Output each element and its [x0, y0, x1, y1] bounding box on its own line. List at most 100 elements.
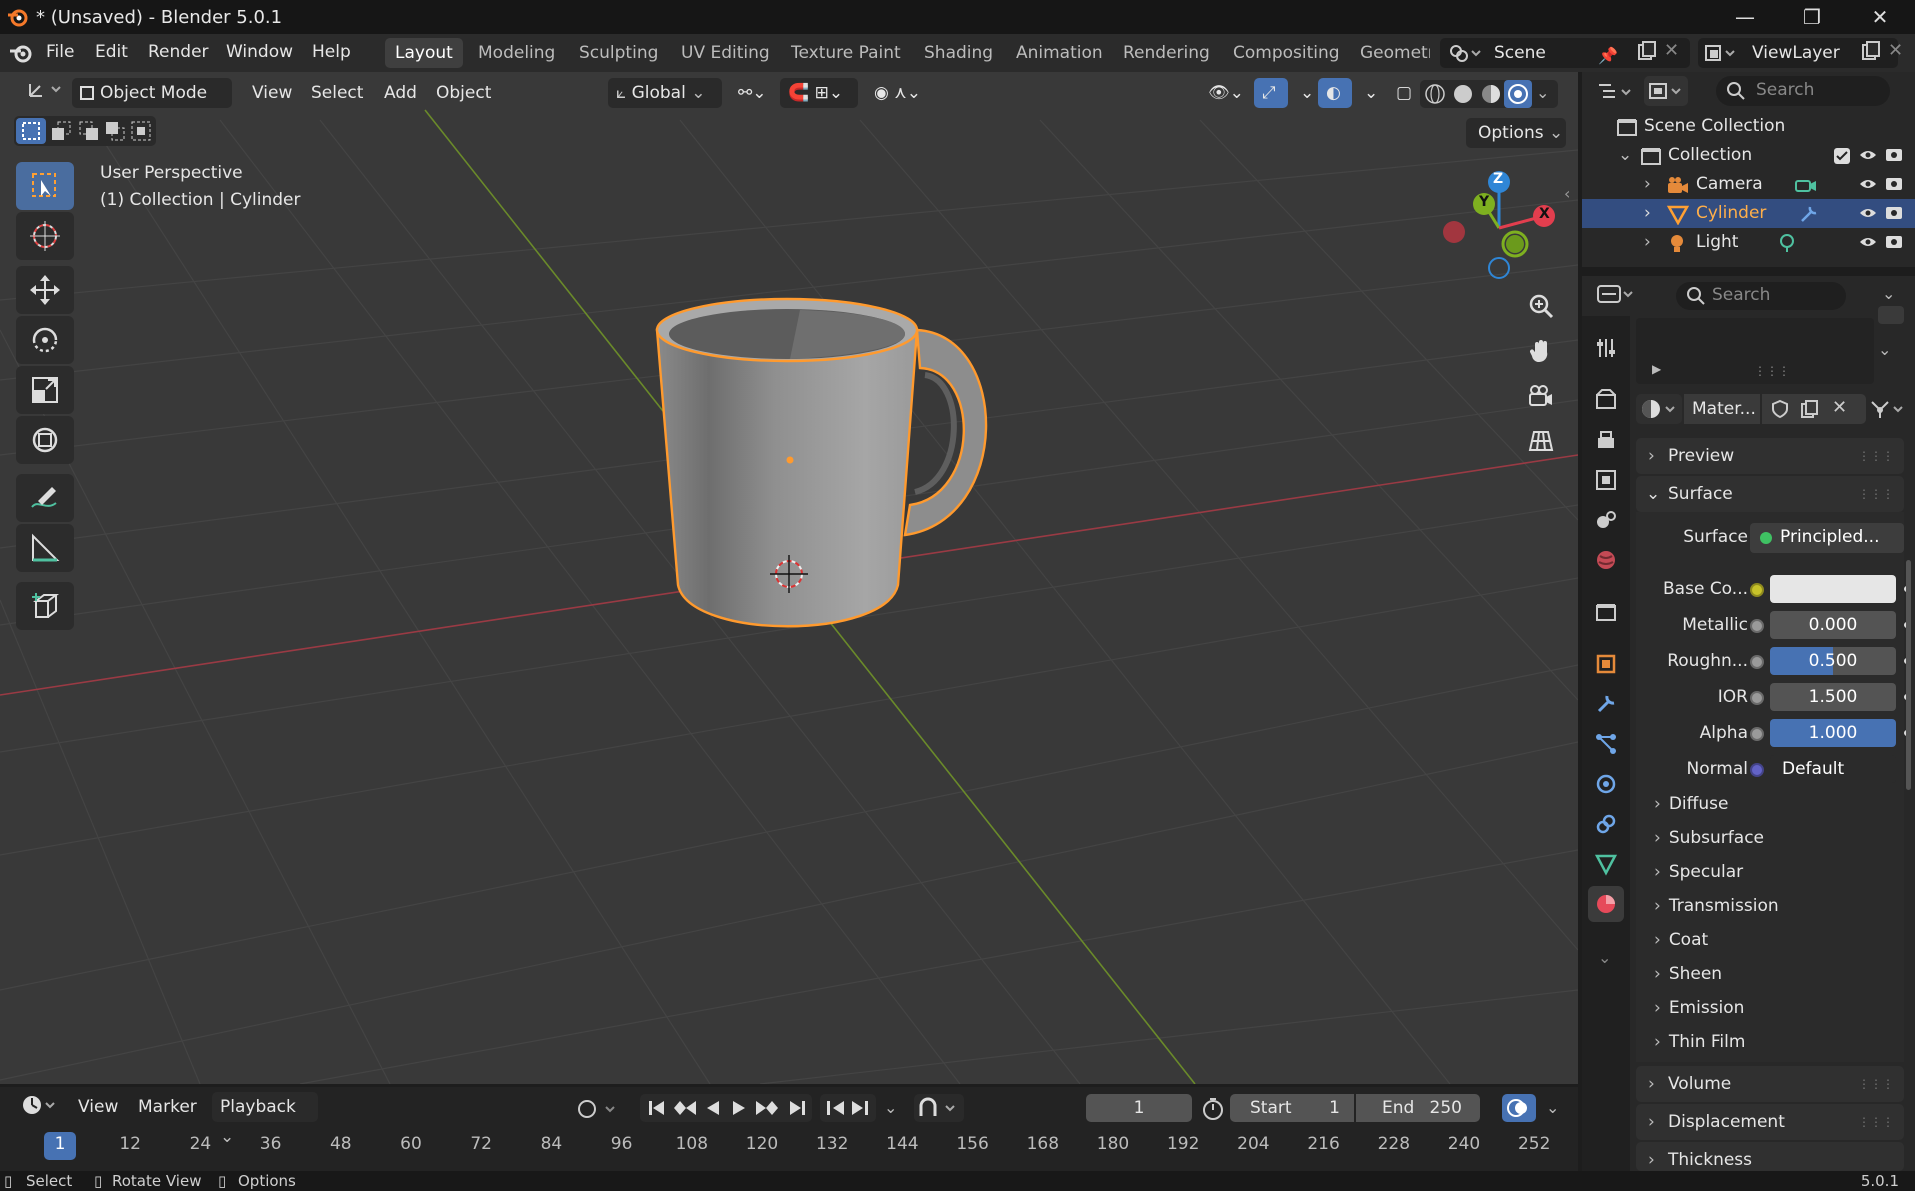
editor-type-button[interactable]: [18, 78, 74, 108]
subpanel-emission[interactable]: › Emission: [1654, 998, 1744, 1018]
xray-icon[interactable]: ▢: [1388, 78, 1420, 108]
tab-texture-paint[interactable]: Texture Paint: [781, 38, 911, 68]
thickness-panel-header[interactable]: › Thickness: [1636, 1142, 1904, 1171]
surface-shader-field[interactable]: Principled...: [1750, 523, 1904, 553]
jump-keyframe-forward-icon[interactable]: [754, 1097, 780, 1119]
collection-tab-icon[interactable]: [1588, 594, 1624, 630]
list-expand-icon[interactable]: ▶: [1652, 362, 1661, 376]
value-socket-icon[interactable]: [1750, 655, 1764, 669]
roughness-field[interactable]: 0.500: [1770, 647, 1896, 675]
select-invert-icon[interactable]: [104, 120, 128, 142]
menu-select[interactable]: Select: [303, 78, 371, 108]
tab-layout[interactable]: Layout: [385, 38, 463, 68]
cursor-tool[interactable]: [16, 212, 74, 260]
value-socket-icon[interactable]: [1750, 691, 1764, 705]
tab-uv-editing[interactable]: UV Editing: [671, 38, 780, 68]
subpanel-subsurface[interactable]: › Subsurface: [1654, 828, 1764, 848]
view-layer-tab-icon[interactable]: [1588, 462, 1624, 498]
delete-scene-icon[interactable]: ✕: [1664, 40, 1679, 61]
play-reverse-icon[interactable]: [702, 1097, 724, 1119]
annotate-tool[interactable]: [16, 474, 74, 522]
tab-geometry-nodes[interactable]: Geometr: [1350, 38, 1430, 68]
3d-viewport[interactable]: [0, 72, 1578, 1084]
unlink-material-icon[interactable]: ✕: [1832, 397, 1847, 418]
select-subtract-icon[interactable]: [78, 120, 102, 142]
current-frame-field[interactable]: 1: [1086, 1094, 1192, 1122]
tab-sculpting[interactable]: Sculpting: [569, 38, 668, 68]
menu-window[interactable]: Window: [226, 42, 293, 62]
menu-file[interactable]: File: [46, 42, 74, 62]
maximize-button[interactable]: ❐: [1777, 0, 1847, 34]
snapping-icon[interactable]: 🧲 ⊞⌄: [780, 78, 858, 108]
material-name-field[interactable]: Mater...: [1684, 394, 1760, 424]
transform-tool[interactable]: [16, 416, 74, 464]
preview-panel-header[interactable]: › Preview ⋮⋮⋮: [1636, 438, 1904, 474]
rendered-shading-icon[interactable]: [1504, 80, 1532, 108]
slot-remove-button[interactable]: [1878, 306, 1904, 324]
tool-tab-icon[interactable]: [1588, 330, 1624, 366]
subpanel-coat[interactable]: › Coat: [1654, 930, 1708, 950]
material-slots-list[interactable]: ▶ ⋮⋮⋮: [1636, 318, 1874, 384]
perspective-toggle-icon[interactable]: [1520, 420, 1562, 462]
tab-modeling[interactable]: Modeling: [468, 38, 565, 68]
start-frame-field[interactable]: Start 1: [1230, 1094, 1354, 1122]
play-icon[interactable]: [728, 1097, 750, 1119]
pivot-point-icon[interactable]: ⚯⌄: [730, 78, 775, 108]
stopwatch-icon[interactable]: [1200, 1096, 1226, 1122]
select-new-icon[interactable]: [16, 118, 46, 144]
fake-user-shield-icon[interactable]: [1770, 399, 1790, 419]
playback-dropdown[interactable]: Playback ⌄: [212, 1092, 318, 1147]
exclude-checkbox[interactable]: [1834, 148, 1850, 164]
duplicate-material-icon[interactable]: [1800, 399, 1820, 419]
end-frame-field[interactable]: End 250: [1356, 1094, 1480, 1122]
volume-panel-header[interactable]: › Volume ⋮⋮⋮: [1636, 1066, 1904, 1102]
mode-dropdown[interactable]: Object Mode⌄: [72, 78, 232, 133]
properties-editor-type-icon[interactable]: [1596, 282, 1636, 308]
auto-keying-icon[interactable]: [576, 1098, 626, 1120]
pan-hand-icon[interactable]: [1520, 330, 1562, 372]
slot-specials-icon[interactable]: ⌄: [1878, 340, 1891, 359]
timeline-overlays-icon[interactable]: [1502, 1094, 1536, 1122]
overlays-dropdown-icon[interactable]: ⌄: [1356, 78, 1386, 108]
subpanel-specular[interactable]: › Specular: [1654, 862, 1743, 882]
output-tab-icon[interactable]: [1588, 422, 1624, 458]
visibility-icon[interactable]: 👁⌄: [1200, 78, 1252, 108]
normal-field[interactable]: Default: [1770, 755, 1896, 783]
scene-tab-icon[interactable]: [1588, 502, 1624, 538]
timeline-editor-type-icon[interactable]: [20, 1092, 60, 1118]
panel-drag-handle[interactable]: ⋮⋮⋮: [1858, 438, 1894, 474]
constraints-tab-icon[interactable]: [1588, 806, 1624, 842]
value-socket-icon[interactable]: [1750, 727, 1764, 741]
node-tree-icon[interactable]: [1868, 398, 1908, 420]
tab-shading[interactable]: Shading: [914, 38, 1003, 68]
list-resize-handle[interactable]: ⋮⋮⋮: [1754, 364, 1790, 378]
menu-edit[interactable]: Edit: [95, 42, 128, 62]
options-dropdown[interactable]: Options ⌄: [1466, 118, 1566, 148]
metallic-field[interactable]: 0.000: [1770, 611, 1896, 639]
prev-frame-icon[interactable]: [824, 1097, 848, 1119]
base-color-swatch[interactable]: [1770, 575, 1896, 603]
expand-chevron-icon[interactable]: ›: [1644, 170, 1651, 199]
vector-socket-icon[interactable]: [1750, 763, 1764, 777]
render-tab-icon[interactable]: [1588, 382, 1624, 418]
properties-scrollbar[interactable]: [1906, 560, 1911, 790]
select-box-tool[interactable]: [16, 162, 74, 210]
data-tab-icon[interactable]: [1588, 846, 1624, 882]
navigation-gizmo[interactable]: Z Y X: [1440, 168, 1570, 286]
surface-panel-header[interactable]: ⌄ Surface ⋮⋮⋮: [1636, 476, 1904, 512]
measure-tool[interactable]: [16, 524, 74, 572]
subpanel-thin-film[interactable]: › Thin Film: [1654, 1032, 1745, 1052]
wireframe-shading-icon[interactable]: [1424, 83, 1446, 105]
collapse-chevron-icon[interactable]: ⌄: [1618, 141, 1632, 170]
next-frame-icon[interactable]: [848, 1097, 872, 1119]
object-tab-icon[interactable]: [1588, 646, 1624, 682]
proportional-edit-icon[interactable]: ◉ ⋏⌄: [866, 78, 929, 108]
sidebar-toggle-icon[interactable]: ‹: [1564, 184, 1570, 203]
menu-render[interactable]: Render: [148, 42, 209, 62]
menu-add[interactable]: Add: [376, 78, 425, 108]
color-socket-icon[interactable]: [1750, 583, 1764, 597]
pin-icon[interactable]: 📌: [1598, 41, 1618, 71]
snapping-timeline-icon[interactable]: [914, 1094, 964, 1122]
subpanel-transmission[interactable]: › Transmission: [1654, 896, 1779, 916]
tab-animation[interactable]: Animation: [1006, 38, 1113, 68]
